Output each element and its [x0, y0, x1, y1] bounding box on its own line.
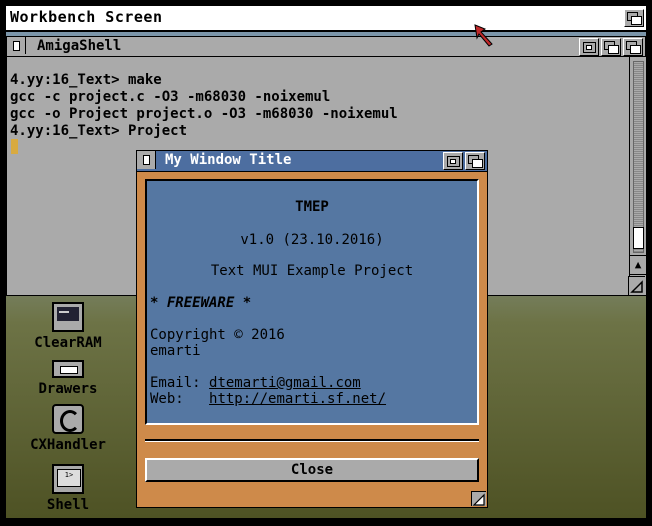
shell-zoom-gadget[interactable] — [579, 38, 599, 56]
mui-window-title: My Window Title — [165, 152, 292, 168]
icon-label: Shell — [46, 497, 90, 513]
separator — [145, 439, 479, 442]
mouse-pointer-icon — [474, 24, 493, 47]
shell-title-bar[interactable]: AmigaShell — [7, 37, 645, 57]
app-name: TMEP — [295, 199, 329, 215]
mui-close-gadget[interactable] — [137, 151, 156, 169]
icon-label: Drawers — [38, 381, 98, 397]
shell-line: gcc -c project.c -O3 -m68030 -noixemul — [10, 89, 331, 105]
shell-output[interactable]: 4.yy:16_Text> make gcc -c project.c -O3 -… — [10, 72, 398, 140]
scroll-knob[interactable] — [633, 227, 644, 249]
shell-icon: 1> — [52, 464, 84, 494]
icon-clearram[interactable]: ClearRAM — [28, 302, 108, 351]
shell-vertical-scrollbar[interactable]: ▲ ▼ — [629, 57, 646, 295]
app-description: Text MUI Example Project — [210, 263, 414, 279]
screen-title: Workbench Screen — [10, 8, 163, 26]
icon-shell[interactable]: 1> Shell — [28, 464, 108, 513]
freeware-label: * FREEWARE * — [150, 295, 252, 311]
scroll-track[interactable] — [633, 61, 644, 253]
screen-depth-gadget[interactable] — [624, 9, 644, 27]
shell-depth-gadget[interactable] — [601, 38, 621, 56]
mui-window[interactable]: My Window Title TMEP v1.0 (23.10.2016) T… — [136, 150, 488, 508]
resize-icon — [472, 493, 485, 506]
mui-size-gadget[interactable] — [471, 491, 486, 506]
commodity-icon — [52, 404, 84, 434]
app-version: v1.0 (23.10.2016) — [240, 232, 384, 248]
drawer-icon — [52, 360, 84, 378]
resize-icon — [630, 280, 643, 293]
close-button[interactable]: Close — [145, 458, 479, 482]
web-label: Web: — [150, 391, 184, 407]
icon-cxhandler[interactable]: CXHandler — [28, 404, 108, 453]
shell-line: 4.yy:16_Text> make — [10, 72, 162, 88]
about-panel: TMEP v1.0 (23.10.2016) Text MUI Example … — [145, 179, 479, 425]
shell-iconify-gadget[interactable] — [623, 38, 643, 56]
shell-line: gcc -o Project project.o -O3 -m68030 -no… — [10, 106, 398, 122]
text-cursor — [11, 139, 18, 154]
icon-label: CXHandler — [30, 437, 106, 453]
email-link[interactable]: dtemarti@gmail.com — [209, 375, 361, 391]
mui-zoom-gadget[interactable] — [443, 152, 463, 170]
mui-title-bar[interactable]: My Window Title — [137, 151, 487, 172]
mui-depth-gadget[interactable] — [465, 152, 485, 170]
author-text: emarti — [150, 343, 201, 359]
close-icon — [143, 155, 150, 165]
scroll-up-arrow-icon[interactable]: ▲ — [630, 255, 646, 274]
monitor-icon — [52, 302, 84, 332]
web-link[interactable]: http://emarti.sf.net/ — [209, 391, 386, 407]
shell-size-gadget[interactable] — [628, 276, 645, 295]
close-icon — [13, 41, 20, 51]
screen-title-bar: Workbench Screen — [6, 6, 646, 32]
shell-line: 4.yy:16_Text> Project — [10, 123, 188, 139]
copyright-text: Copyright © 2016 — [150, 327, 285, 343]
icon-drawers[interactable]: Drawers — [28, 360, 108, 397]
icon-label: ClearRAM — [34, 335, 102, 351]
email-label: Email: — [150, 375, 201, 391]
shell-window-title: AmigaShell — [37, 38, 122, 54]
shell-close-gadget[interactable] — [7, 37, 26, 54]
